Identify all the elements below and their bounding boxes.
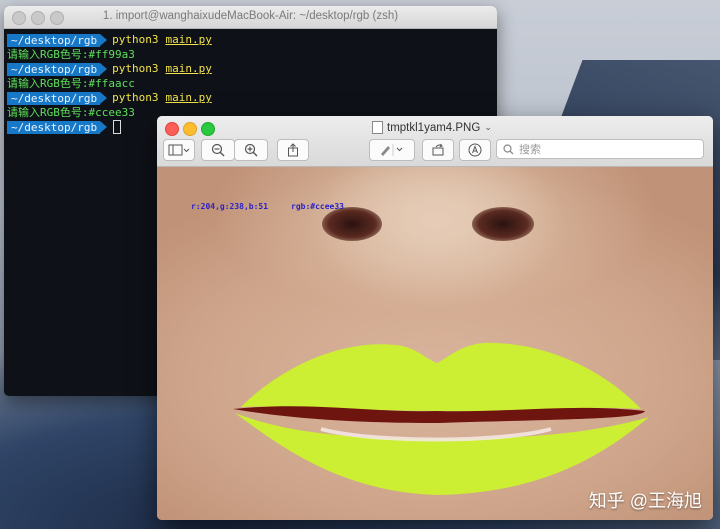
sidebar-icon (168, 144, 190, 156)
close-button[interactable] (165, 122, 179, 136)
zoom-in-button[interactable] (234, 139, 268, 161)
prompt-path: ~/desktop/rgb (7, 33, 108, 47)
image-canvas[interactable]: r:204,g:238,b:51 rgb:#ccee33 (157, 167, 713, 520)
command-argument: main.py (165, 33, 212, 46)
zoom-in-icon (244, 143, 258, 157)
program-output: 请输入RGB色号:#ff99a3 (7, 47, 135, 61)
sidebar-toggle-button[interactable] (163, 139, 195, 161)
chevron-down-icon: ⌄ (484, 122, 492, 132)
recolored-lips (233, 342, 649, 495)
window-title: tmptkl1yam4.PNG (387, 121, 481, 134)
share-button[interactable] (277, 139, 309, 161)
program-output: 请输入RGB色号:#ffaacc (7, 76, 135, 90)
prompt-path: ~/desktop/rgb (7, 91, 108, 105)
search-icon (503, 143, 514, 154)
search-field[interactable]: 搜索 (496, 139, 704, 159)
overlay-rgb-values: r:204,g:238,b:51 (191, 202, 269, 211)
terminal-titlebar[interactable]: 1. import@wanghaixudeMacBook-Air: ~/desk… (4, 6, 497, 29)
preview-window[interactable]: tmptkl1yam4.PNG ⌄ 搜索 r:204,g:238,b:51 rg… (157, 116, 713, 520)
terminal-title: 1. import@wanghaixudeMacBook-Air: ~/desk… (102, 10, 399, 22)
document-icon (372, 121, 383, 134)
watermark: 知乎 @王海旭 (588, 491, 702, 511)
pen-icon (381, 144, 403, 156)
search-placeholder: 搜索 (519, 144, 541, 156)
preview-toolbar: tmptkl1yam4.PNG ⌄ 搜索 (157, 116, 713, 167)
minimize-button[interactable] (183, 122, 197, 136)
zoom-button[interactable] (201, 122, 215, 136)
terminal-line: ~/desktop/rgb python3 main.py (7, 33, 494, 48)
preview-title[interactable]: tmptkl1yam4.PNG ⌄ (372, 121, 492, 134)
command-name: python3 (112, 62, 159, 75)
command-name: python3 (112, 33, 159, 46)
rotate-button[interactable] (422, 139, 454, 161)
zoom-out-button[interactable] (201, 139, 235, 161)
rotate-icon (432, 143, 444, 156)
terminal-line: ~/desktop/rgb python3 main.py (7, 91, 494, 106)
annotate-icon (468, 143, 482, 157)
command-argument: main.py (165, 62, 212, 75)
program-output: 请输入RGB色号:#ccee33 (7, 105, 135, 119)
text-cursor (113, 120, 122, 135)
command-argument: main.py (165, 91, 212, 104)
overlay-hex-value: rgb:#ccee33 (291, 202, 344, 211)
terminal-line: 请输入RGB色号:#ffaacc (7, 77, 494, 92)
zoom-out-icon (211, 143, 225, 157)
right-nostril (472, 207, 534, 241)
annotate-button[interactable] (459, 139, 491, 161)
prompt-path: ~/desktop/rgb (7, 62, 108, 76)
left-nostril (322, 207, 382, 241)
share-icon (288, 143, 298, 157)
prompt-path: ~/desktop/rgb (7, 120, 108, 134)
terminal-line: ~/desktop/rgb python3 main.py (7, 62, 494, 77)
markup-button[interactable] (369, 139, 415, 161)
command-name: python3 (112, 91, 159, 104)
terminal-line: 请输入RGB色号:#ff99a3 (7, 48, 494, 63)
